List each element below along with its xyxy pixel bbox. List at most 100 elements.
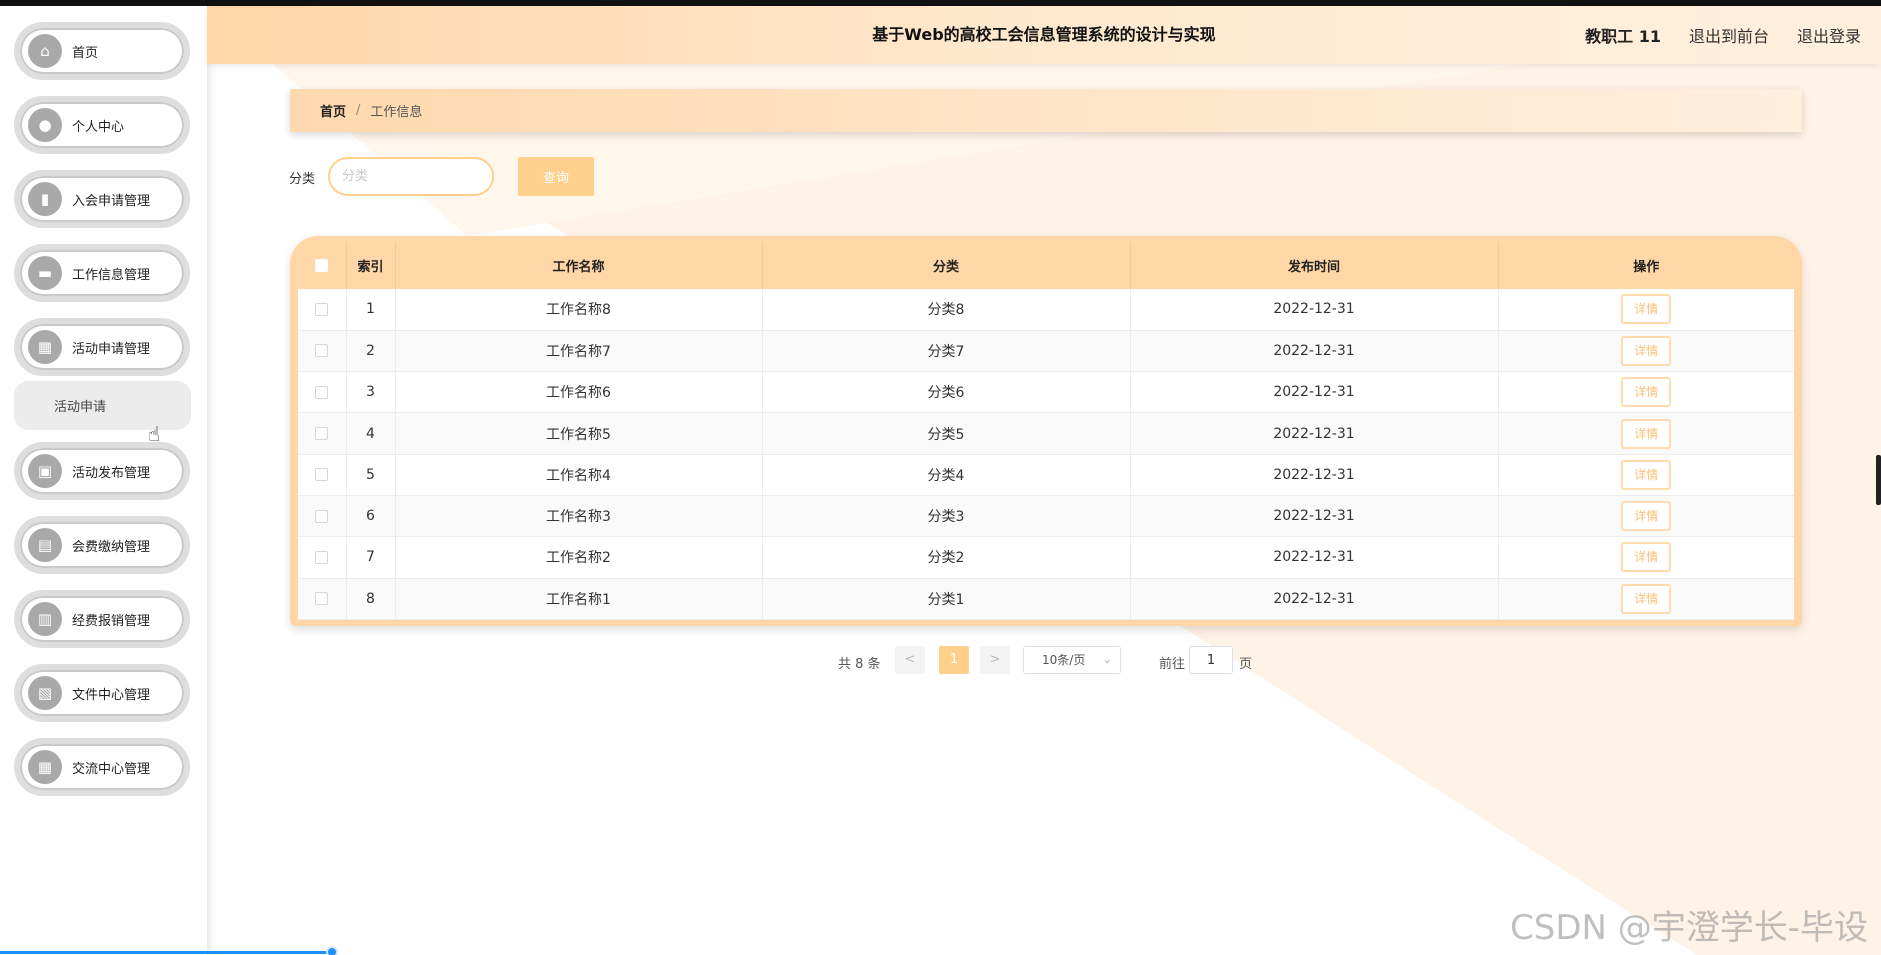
detail-button[interactable]: 详情 [1621, 335, 1672, 366]
cell-index: 4 [346, 412, 396, 455]
grid-icon: ▦ [28, 330, 62, 364]
sidebar-subitem-label: 活动申请 [54, 400, 107, 415]
sidebar-item-activity-publish[interactable]: ▣ 活动发布管理 [14, 442, 190, 500]
cell-date: 2022-12-31 [1130, 536, 1499, 579]
column-header-actions: 操作 [1633, 260, 1660, 275]
table-row: 6 工作名称3 分类3 2022-12-31 详情 [298, 495, 1794, 538]
briefcase-icon: ▤ [28, 528, 62, 562]
detail-button[interactable]: 详情 [1621, 418, 1672, 449]
cell-date: 2022-12-31 [1130, 578, 1499, 620]
detail-button[interactable]: 详情 [1621, 501, 1672, 532]
cell-category: 分类4 [762, 454, 1131, 496]
watermark-text: CSDN @宇澄学长-毕设 [1510, 908, 1869, 948]
sidebar-item-work-info[interactable]: ▬ 工作信息管理 [14, 244, 190, 302]
cell-index: 2 [346, 330, 396, 373]
sidebar-item-label: 会费缴纳管理 [72, 539, 151, 555]
sidebar-item-label: 入会申请管理 [72, 193, 151, 209]
breadcrumb-separator: / [356, 103, 361, 118]
sidebar-item-label: 交流中心管理 [72, 761, 151, 777]
loading-progress-bar [0, 951, 332, 954]
breadcrumb-current: 工作信息 [370, 105, 423, 120]
page-suffix-label: 页 [1239, 657, 1253, 672]
sidebar-item-communication-center[interactable]: ▦ 交流中心管理 [14, 738, 190, 796]
progress-handle[interactable] [326, 946, 338, 955]
table-row: 7 工作名称2 分类2 2022-12-31 详情 [298, 536, 1794, 579]
cell-date: 2022-12-31 [1130, 454, 1499, 496]
cell-name: 工作名称8 [395, 289, 763, 331]
sidebar-subitem-activity-apply[interactable]: 活动申请 [14, 381, 191, 430]
home-icon: ⌂ [28, 34, 62, 68]
sidebar-item-membership-application[interactable]: ▮ 入会申请管理 [14, 170, 190, 228]
row-checkbox[interactable] [315, 509, 329, 523]
sidebar-item-dues-payment[interactable]: ▤ 会费缴纳管理 [14, 516, 190, 574]
column-header-index: 索引 [346, 242, 396, 289]
goto-label: 前往 [1159, 657, 1186, 672]
cell-name: 工作名称5 [395, 412, 763, 455]
goto-page-input[interactable] [1189, 646, 1233, 674]
breadcrumb-home[interactable]: 首页 [320, 101, 346, 120]
sidebar-item-file-center[interactable]: ▧ 文件中心管理 [14, 664, 190, 722]
row-checkbox[interactable] [315, 550, 329, 564]
back-to-front-link[interactable]: 退出到前台 [1689, 23, 1769, 47]
breadcrumb: 首页 / 工作信息 [290, 89, 1802, 132]
select-all-checkbox[interactable] [315, 259, 329, 272]
cell-date: 2022-12-31 [1130, 495, 1499, 538]
pagination-next-button[interactable]: > [980, 646, 1010, 674]
table-row: 1 工作名称8 分类8 2022-12-31 详情 [298, 289, 1794, 331]
column-header-name: 工作名称 [395, 242, 763, 289]
pagination-prev-button[interactable]: < [895, 646, 925, 674]
scrollbar-handle[interactable] [1876, 455, 1881, 505]
sidebar-item-personal-center[interactable]: ● 个人中心 [14, 96, 190, 154]
cell-category: 分类6 [762, 371, 1131, 414]
top-header: 基于Web的高校工会信息管理系统的设计与实现 教职工 11 退出到前台 退出登录 [207, 6, 1881, 64]
cell-name: 工作名称1 [395, 578, 763, 620]
table-row: 3 工作名称6 分类6 2022-12-31 详情 [298, 371, 1794, 414]
column-header-date: 发布时间 [1130, 242, 1499, 289]
detail-button[interactable]: 详情 [1621, 377, 1672, 408]
table-row: 4 工作名称5 分类5 2022-12-31 详情 [298, 412, 1794, 455]
sidebar-item-activity-application[interactable]: ▦ 活动申请管理 [14, 318, 190, 376]
sidebar: ⌂ 首页 ● 个人中心 ▮ 入会申请管理 ▬ 工作信息管理 ▦ 活动申请管理 活… [0, 6, 207, 955]
page-size-select[interactable]: 10条/页 ⌄ [1023, 646, 1121, 674]
cell-date: 2022-12-31 [1130, 330, 1499, 373]
row-checkbox[interactable] [315, 344, 329, 358]
cell-date: 2022-12-31 [1130, 412, 1499, 455]
row-checkbox[interactable] [315, 592, 329, 606]
sidebar-item-label: 文件中心管理 [72, 687, 151, 703]
page-size-value: 10条/页 [1042, 653, 1086, 667]
sidebar-item-home[interactable]: ⌂ 首页 [14, 22, 190, 80]
cell-date: 2022-12-31 [1130, 289, 1499, 331]
table-row: 2 工作名称7 分类7 2022-12-31 详情 [298, 330, 1794, 373]
detail-button[interactable]: 详情 [1621, 583, 1672, 614]
cell-name: 工作名称3 [395, 495, 763, 538]
category-search-input[interactable] [328, 157, 494, 196]
category-search-label: 分类 [289, 172, 316, 187]
bar-chart-icon: ▮ [28, 182, 62, 216]
cell-category: 分类5 [762, 412, 1131, 455]
sidebar-item-label: 活动发布管理 [72, 465, 151, 481]
pagination-page-1[interactable]: 1 [939, 646, 969, 674]
cell-date: 2022-12-31 [1130, 371, 1499, 414]
cell-index: 7 [346, 536, 396, 579]
detail-button[interactable]: 详情 [1621, 542, 1672, 573]
row-checkbox[interactable] [315, 468, 329, 482]
logout-link[interactable]: 退出登录 [1797, 23, 1861, 47]
cell-index: 5 [346, 454, 396, 496]
cell-index: 6 [346, 495, 396, 538]
cell-index: 8 [346, 578, 396, 620]
user-icon: ● [28, 108, 62, 142]
row-checkbox[interactable] [315, 385, 329, 399]
sidebar-item-label: 个人中心 [72, 119, 125, 135]
sidebar-item-label: 工作信息管理 [72, 267, 151, 283]
row-checkbox[interactable] [315, 427, 329, 441]
row-checkbox[interactable] [315, 302, 329, 316]
cell-index: 1 [346, 289, 396, 331]
select-all-cell [298, 242, 347, 289]
detail-button[interactable]: 详情 [1621, 294, 1672, 325]
sidebar-item-label: 经费报销管理 [72, 613, 151, 629]
clipboard-icon: ▣ [28, 454, 62, 488]
document-icon: ▥ [28, 602, 62, 636]
search-button[interactable]: 查询 [518, 157, 594, 196]
sidebar-item-expense-reimbursement[interactable]: ▥ 经费报销管理 [14, 590, 190, 648]
detail-button[interactable]: 详情 [1621, 459, 1672, 490]
